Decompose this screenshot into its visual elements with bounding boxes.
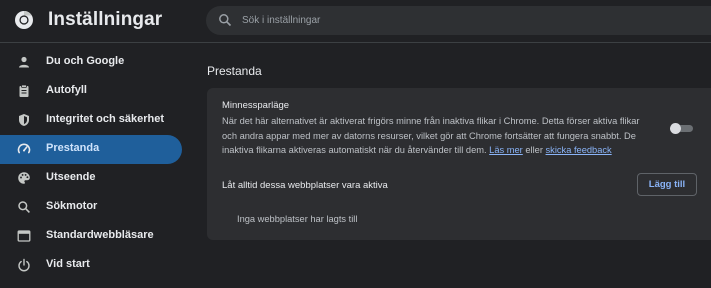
sidebar-item-performance[interactable]: Prestanda [0,135,182,164]
sidebar-item-on-startup[interactable]: Vid start [0,251,182,280]
search-icon [219,14,232,27]
sidebar-item-label: Sökmotor [46,200,98,212]
person-icon [19,56,29,68]
sidebar: Du och Google Autofyll Integritet och sä… [0,48,185,280]
search-icon [18,201,30,213]
palette-icon [18,172,30,184]
always-active-label: Låt alltid dessa webbplatser vara aktiva [222,180,388,191]
performance-card: Minnessparläge När det här alternativet … [207,88,711,240]
memory-saver-title: Minnessparläge [222,100,290,111]
sidebar-item-label: Integritet och säkerhet [46,113,164,125]
memory-saver-toggle[interactable] [670,123,694,134]
search-input[interactable] [242,9,682,31]
empty-sites-text: Inga webbplatser har lagts till [237,214,358,224]
sidebar-item-label: Standardwebbläsare [46,229,154,241]
shield-icon [19,114,29,126]
sidebar-item-label: Prestanda [46,142,100,154]
app-title: Inställningar [48,9,163,30]
header: Inställningar [0,0,711,42]
sidebar-item-label: Utseende [46,171,96,183]
send-feedback-link[interactable]: skicka feedback [546,145,612,155]
section-title: Prestanda [207,64,262,78]
add-site-button[interactable]: Lägg till [637,173,697,196]
sidebar-item-default-browser[interactable]: Standardwebbläsare [0,222,182,251]
header-divider [0,42,711,43]
sidebar-item-label: Vid start [46,258,90,270]
sidebar-item-label: Du och Google [46,55,125,67]
sidebar-item-privacy-security[interactable]: Integritet och säkerhet [0,106,182,135]
sidebar-item-label: Autofyll [46,84,87,96]
sidebar-item-search-engine[interactable]: Sökmotor [0,193,182,222]
clipboard-icon [19,84,29,97]
sidebar-item-appearance[interactable]: Utseende [0,164,182,193]
learn-more-link[interactable]: Läs mer [489,145,523,155]
search-bar[interactable] [206,6,711,35]
sidebar-item-autofill[interactable]: Autofyll [0,77,182,106]
speedometer-icon [17,143,31,154]
sidebar-item-you-and-google[interactable]: Du och Google [0,48,182,77]
chrome-icon[interactable] [14,10,34,30]
power-icon [18,258,30,272]
toggle-thumb [670,123,681,134]
browser-icon [17,230,31,242]
memory-saver-description: När det här alternativet är aktiverat fr… [222,114,647,158]
or-text: eller [525,145,543,155]
